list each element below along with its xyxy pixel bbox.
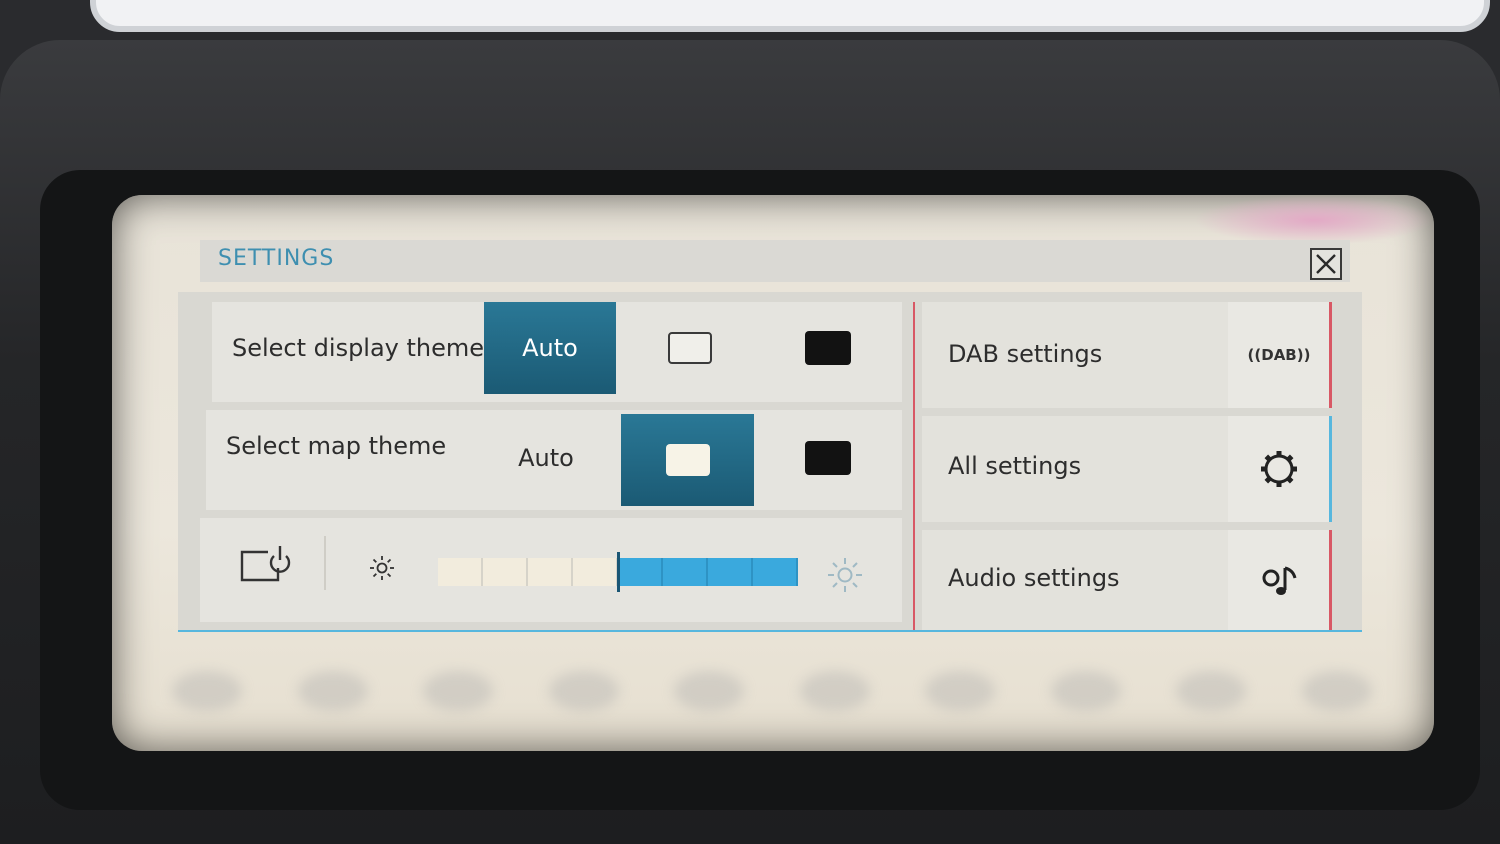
dab-settings-item[interactable]: DAB settings ((DAB)) [922,302,1332,408]
brightness-up-button[interactable] [826,556,864,598]
close-icon [1316,254,1336,274]
close-button[interactable] [1310,248,1342,280]
display-theme-dark-option[interactable] [760,302,896,394]
map-theme-light-option[interactable] [621,414,754,506]
map-theme-auto-option[interactable]: Auto [478,410,614,506]
screen-power-icon [240,546,291,582]
brightness-slider-handle[interactable] [617,552,620,592]
bottom-dock [172,671,1372,731]
dashboard-trim [90,0,1490,32]
map-theme-row: Select map theme Auto [206,410,902,510]
dark-swatch-icon [805,331,851,365]
dark-swatch-icon [805,441,851,475]
map-theme-dark-option[interactable] [758,410,898,506]
panel-title: SETTINGS [218,246,335,271]
sun-small-icon [370,556,394,580]
dab-icon: ((DAB)) [1228,302,1330,408]
display-theme-label: Select display theme [232,334,485,362]
settings-panel: SETTINGS Select display theme Auto Selec… [178,240,1362,660]
gear-icon [1228,416,1330,522]
sun-large-icon [828,558,862,592]
all-settings-item[interactable]: All settings [922,416,1332,522]
display-theme-light-option[interactable] [622,302,758,394]
panel-header: SETTINGS [200,240,1350,282]
light-swatch-icon [668,332,712,364]
display-theme-row: Select display theme Auto [212,302,902,402]
display-theme-auto-option[interactable]: Auto [484,302,616,394]
light-swatch-icon [665,444,710,476]
audio-settings-item[interactable]: Audio settings [922,530,1332,630]
brightness-down-button[interactable] [368,554,396,586]
audio-gear-note-icon [1228,530,1330,630]
map-theme-label: Select map theme [226,432,447,460]
screen-off-button[interactable] [240,542,294,588]
